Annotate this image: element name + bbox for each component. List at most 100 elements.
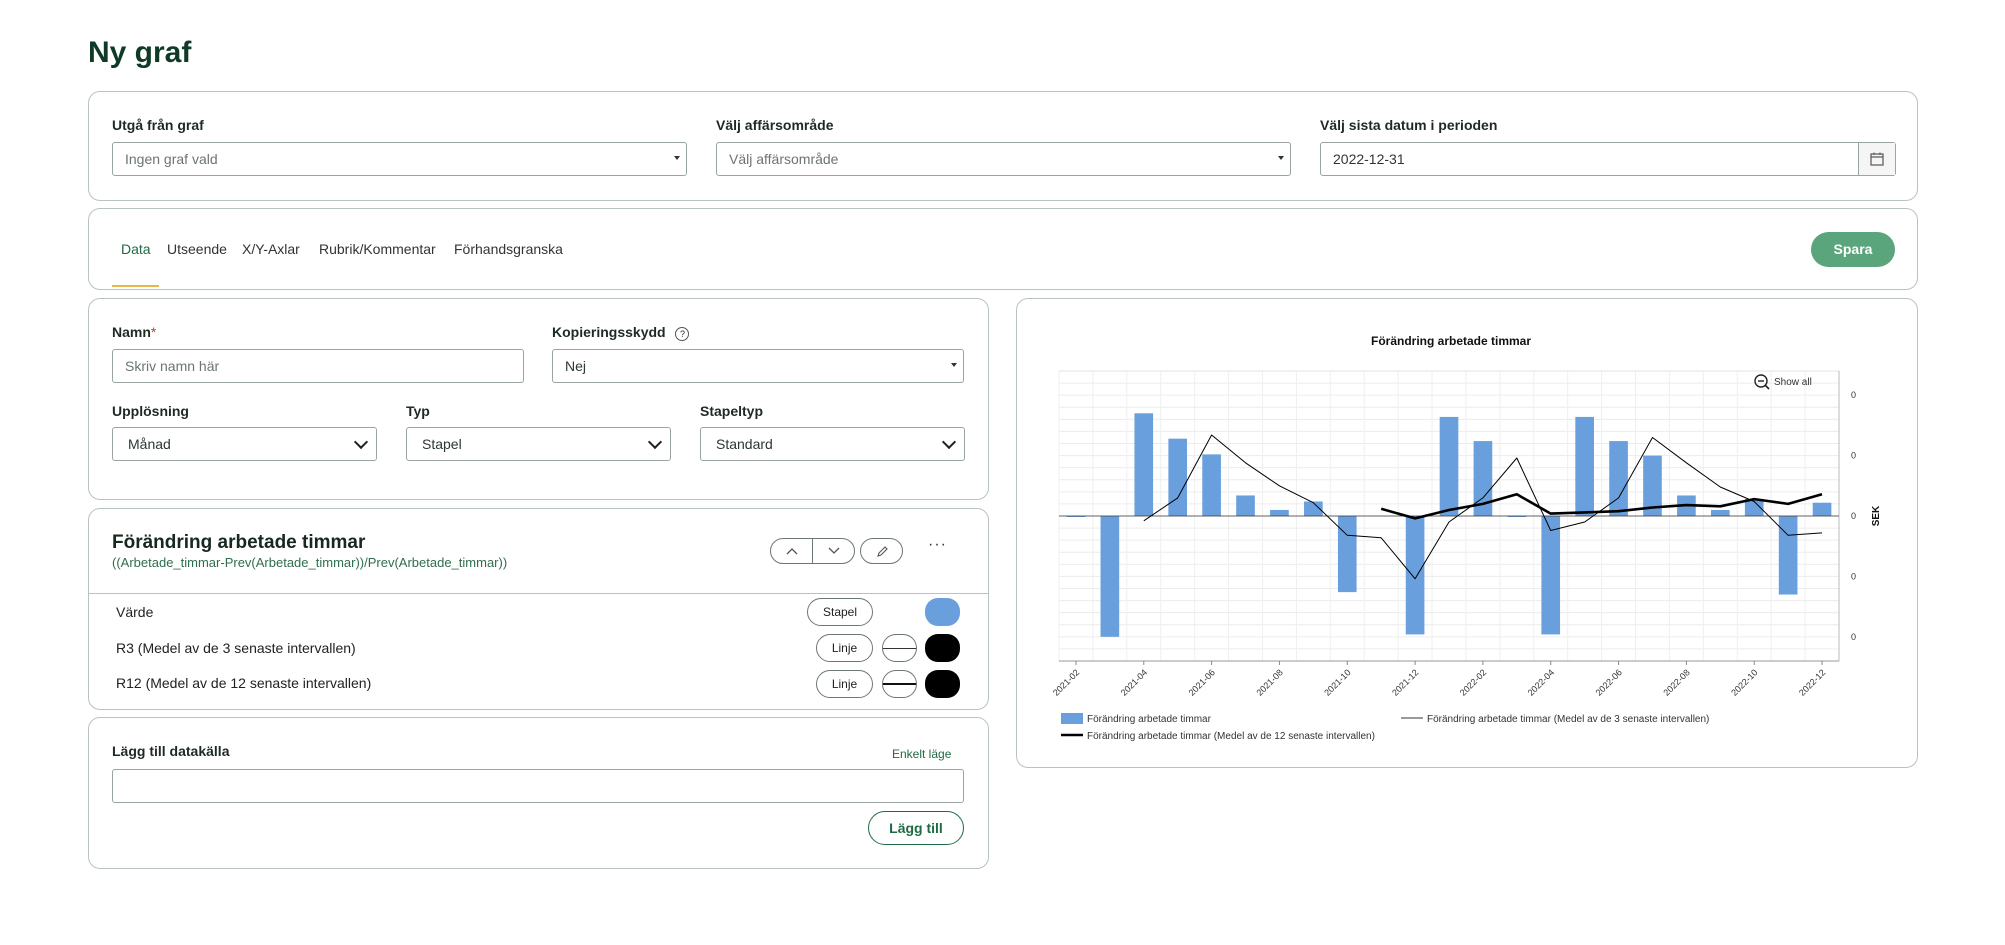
calendar-button[interactable] (1858, 143, 1895, 175)
graph-select[interactable]: Ingen graf vald (112, 142, 687, 176)
x-tick-label: 2021-08 (1254, 667, 1284, 697)
chart-bar (1270, 509, 1289, 516)
series-title: Förändring arbetade timmar (112, 532, 366, 553)
pencil-icon (877, 546, 888, 557)
series-type-button[interactable]: Linje (816, 634, 873, 662)
caret-down-icon (1278, 156, 1284, 160)
series-divider (89, 593, 988, 594)
chart-bar (1575, 416, 1594, 516)
name-input[interactable]: Skriv namn här (112, 349, 524, 383)
y-tick-label: 0 (1851, 511, 1856, 521)
datasource-input[interactable] (112, 769, 964, 803)
x-tick-label: 2021-04 (1119, 667, 1149, 697)
move-up-button[interactable] (770, 538, 813, 564)
save-button[interactable]: Spara (1811, 232, 1895, 267)
series-formula: ((Arbetade_timmar-Prev(Arbetade_timmar))… (112, 555, 508, 570)
copy-protection-label: Kopieringsskydd ? (552, 324, 690, 341)
y-tick-label: 0 (1851, 390, 1856, 400)
chart-bar (1778, 516, 1798, 595)
simple-mode-link[interactable]: Enkelt läge (892, 747, 951, 761)
more-options-icon[interactable]: ··· (928, 536, 947, 554)
y-tick-label: 0 (1851, 451, 1856, 461)
type-select[interactable]: Stapel (406, 427, 671, 461)
type-label: Typ (406, 403, 430, 419)
add-datasource-button[interactable]: Lägg till (868, 811, 964, 845)
legend-label: Förändring arbetade timmar (Medel av de … (1087, 731, 1375, 742)
chart-bar (1405, 516, 1425, 635)
series-color-swatch[interactable] (925, 634, 960, 662)
edit-button[interactable] (860, 538, 903, 564)
tab-data[interactable]: Data (121, 241, 151, 257)
x-tick-label: 2022-04 (1526, 667, 1556, 697)
chart-bar (1337, 516, 1357, 593)
series-row-label: R3 (Medel av de 3 senaste intervallen) (116, 640, 356, 656)
filter-card: Utgå från graf Ingen graf vald Välj affä… (88, 91, 1918, 201)
series-type-button[interactable]: Linje (816, 670, 873, 698)
page-title: Ny graf (88, 36, 192, 69)
legend-label: Förändring arbetade timmar (1087, 714, 1212, 725)
tab-active-underline (112, 285, 159, 287)
series-row-label: R12 (Medel av de 12 senaste intervallen) (116, 675, 372, 691)
move-down-button[interactable] (812, 538, 855, 564)
caret-down-icon (674, 156, 680, 160)
resolution-label: Upplösning (112, 403, 189, 419)
x-tick-label: 2021-10 (1322, 667, 1352, 697)
tab-forhandsgranska[interactable]: Förhandsgranska (454, 241, 563, 257)
chart-bar (1134, 413, 1154, 516)
tab-rubrik-kommentar[interactable]: Rubrik/Kommentar (319, 241, 436, 257)
chart-bar (1100, 516, 1120, 637)
chevron-down-icon (941, 434, 957, 450)
y-tick-label: 0 (1851, 571, 1856, 581)
chart-bar (1168, 438, 1188, 516)
line-style-button[interactable] (882, 634, 917, 662)
tab-xy-axlar[interactable]: X/Y-Axlar (242, 241, 300, 257)
area-select-value: Välj affärsområde (729, 151, 839, 167)
datasource-title: Lägg till datakälla (112, 743, 230, 759)
chart-title: Förändring arbetade timmar (1371, 334, 1531, 348)
copy-protection-select[interactable]: Nej (552, 349, 964, 383)
thick-line-icon (883, 683, 916, 685)
x-tick-label: 2022-10 (1729, 667, 1759, 697)
graph-select-value: Ingen graf vald (125, 151, 218, 167)
x-tick-label: 2021-12 (1390, 667, 1420, 697)
series-color-swatch[interactable] (925, 598, 960, 626)
chart: Förändring arbetade timmar 0 0 0 0 0 SEK 2021-0… (1051, 334, 1882, 742)
series-row-label: Värde (116, 604, 154, 620)
chart-bar (1439, 416, 1459, 516)
date-input[interactable]: 2022-12-31 (1320, 142, 1896, 176)
series-type-button[interactable]: Stapel (807, 598, 873, 626)
series-color-swatch[interactable] (925, 670, 960, 698)
chevron-down-icon (647, 434, 663, 450)
resolution-select[interactable]: Månad (112, 427, 377, 461)
graph-label: Utgå från graf (112, 117, 204, 133)
chevron-down-icon (353, 434, 369, 450)
chart-bar (1812, 502, 1832, 516)
calendar-icon (1870, 152, 1884, 166)
chart-card: Förändring arbetade timmar 0 0 0 0 0 SEK 2021-0… (1016, 298, 1918, 768)
x-tick-label: 2022-02 (1458, 667, 1488, 697)
area-select[interactable]: Välj affärsområde (716, 142, 1291, 176)
bartype-label: Stapeltyp (700, 403, 764, 419)
line-style-button[interactable] (882, 670, 917, 698)
area-label: Välj affärsområde (716, 117, 834, 133)
bartype-value: Standard (716, 436, 773, 452)
x-tick-label: 2021-02 (1051, 667, 1081, 697)
bartype-select[interactable]: Standard (700, 427, 965, 461)
y-tick-label: 0 (1851, 632, 1856, 642)
tab-utseende[interactable]: Utseende (167, 241, 227, 257)
date-label: Välj sista datum i perioden (1320, 117, 1498, 133)
x-tick-label: 2022-12 (1797, 667, 1827, 697)
copy-protection-value: Nej (565, 358, 587, 374)
show-all-button: Show all (1774, 377, 1812, 388)
x-tick-label: 2022-08 (1661, 667, 1691, 697)
legend-swatch-bar (1061, 713, 1083, 724)
chart-bar (1541, 516, 1561, 635)
chevron-down-icon (828, 547, 840, 554)
legend-label: Förändring arbetade timmar (Medel av de … (1427, 714, 1709, 725)
caret-down-icon (951, 363, 957, 367)
thin-line-icon (883, 648, 916, 649)
settings-card: Namn* Skriv namn här Kopieringsskydd ? N… (88, 298, 989, 500)
y-axis-label: SEK (1871, 505, 1882, 526)
type-value: Stapel (422, 436, 462, 452)
help-icon[interactable]: ? (675, 327, 690, 341)
